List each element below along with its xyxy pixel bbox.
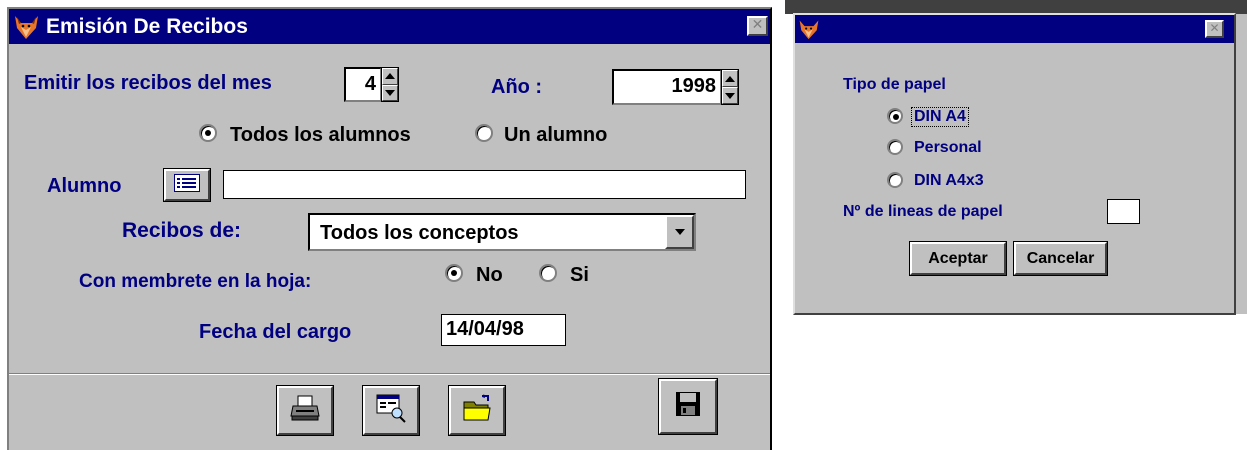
charge-date-value: 14/04/98: [446, 318, 524, 340]
student-name-field[interactable]: [223, 170, 746, 199]
receipts-select[interactable]: Todos los conceptos: [308, 213, 696, 251]
paper-type-label: Tipo de papel: [843, 76, 946, 93]
cancel-button-label: Cancelar: [1026, 249, 1095, 267]
close-icon[interactable]: ✕: [747, 16, 768, 36]
year-label: Año :: [491, 76, 543, 98]
month-input[interactable]: 4: [344, 67, 382, 102]
window-title: Emisión De Recibos: [46, 14, 248, 38]
save-button[interactable]: [658, 378, 718, 435]
title-bar[interactable]: Emisión De Recibos: [9, 9, 770, 44]
lines-label: Nº de lineas de papel: [843, 203, 1003, 220]
paper-din-a4-radio[interactable]: [887, 108, 903, 124]
year-up-arrow-icon[interactable]: [722, 70, 738, 87]
letterhead-no-label[interactable]: No: [476, 264, 503, 287]
letterhead-si-label[interactable]: Si: [570, 264, 589, 287]
charge-date-field[interactable]: 14/04/98: [441, 314, 566, 346]
paper-din-a4x3-radio[interactable]: [887, 172, 903, 188]
student-label: Alumno: [47, 175, 122, 197]
paper-personal-radio[interactable]: [887, 139, 903, 155]
charge-date-label: Fecha del cargo: [199, 321, 352, 343]
letterhead-label: Con membrete en la hoja:: [79, 271, 312, 292]
paper-din-a4x3-label[interactable]: DIN A4x3: [914, 172, 984, 190]
student-lookup-button[interactable]: [163, 168, 211, 202]
one-student-radio[interactable]: [475, 124, 493, 142]
all-students-radio[interactable]: [199, 124, 217, 142]
one-student-label[interactable]: Un alumno: [504, 124, 607, 147]
print-preview-icon: [375, 393, 407, 428]
save-disk-icon: [675, 391, 701, 422]
toolbar-divider-highlight: [9, 374, 770, 375]
paper-din-a4-label[interactable]: DIN A4: [911, 107, 969, 127]
paper-options-dialog: ✕ Tipo de papel DIN A4 Personal DIN A4x3…: [793, 13, 1236, 315]
list-icon: [174, 173, 200, 197]
open-folder-icon: [462, 394, 492, 427]
month-up-arrow-icon[interactable]: [382, 68, 398, 85]
month-label: Emitir los recibos del mes: [24, 72, 272, 94]
print-button[interactable]: [276, 385, 334, 436]
print-preview-button[interactable]: [362, 385, 420, 436]
receipts-label: Recibos de:: [122, 219, 242, 242]
background-window-edge: [785, 0, 1247, 14]
letterhead-si-radio[interactable]: [539, 264, 557, 282]
receipts-window: Emisión De Recibos ✕ Emitir los recibos …: [7, 7, 772, 450]
receipts-select-value: Todos los conceptos: [320, 222, 519, 244]
dialog-title-bar[interactable]: [795, 15, 1234, 43]
fox-app-icon: [13, 13, 40, 40]
open-button[interactable]: [448, 385, 506, 436]
year-spinner[interactable]: [721, 69, 739, 105]
dialog-close-icon[interactable]: ✕: [1205, 20, 1224, 38]
chevron-down-icon[interactable]: [665, 215, 694, 249]
all-students-label[interactable]: Todos los alumnos: [230, 124, 411, 147]
month-spinner[interactable]: [381, 67, 399, 102]
accept-button-label: Aceptar: [928, 249, 988, 267]
cancel-button[interactable]: Cancelar: [1013, 241, 1108, 276]
month-down-arrow-icon[interactable]: [382, 84, 398, 101]
year-input[interactable]: 1998: [612, 69, 722, 105]
year-down-arrow-icon[interactable]: [722, 87, 738, 104]
fox-app-icon: [798, 18, 820, 40]
paper-personal-label[interactable]: Personal: [914, 139, 982, 157]
lines-input[interactable]: [1107, 199, 1140, 224]
accept-button[interactable]: Aceptar: [909, 241, 1007, 276]
printer-icon: [290, 394, 320, 427]
letterhead-no-radio[interactable]: [445, 264, 463, 282]
